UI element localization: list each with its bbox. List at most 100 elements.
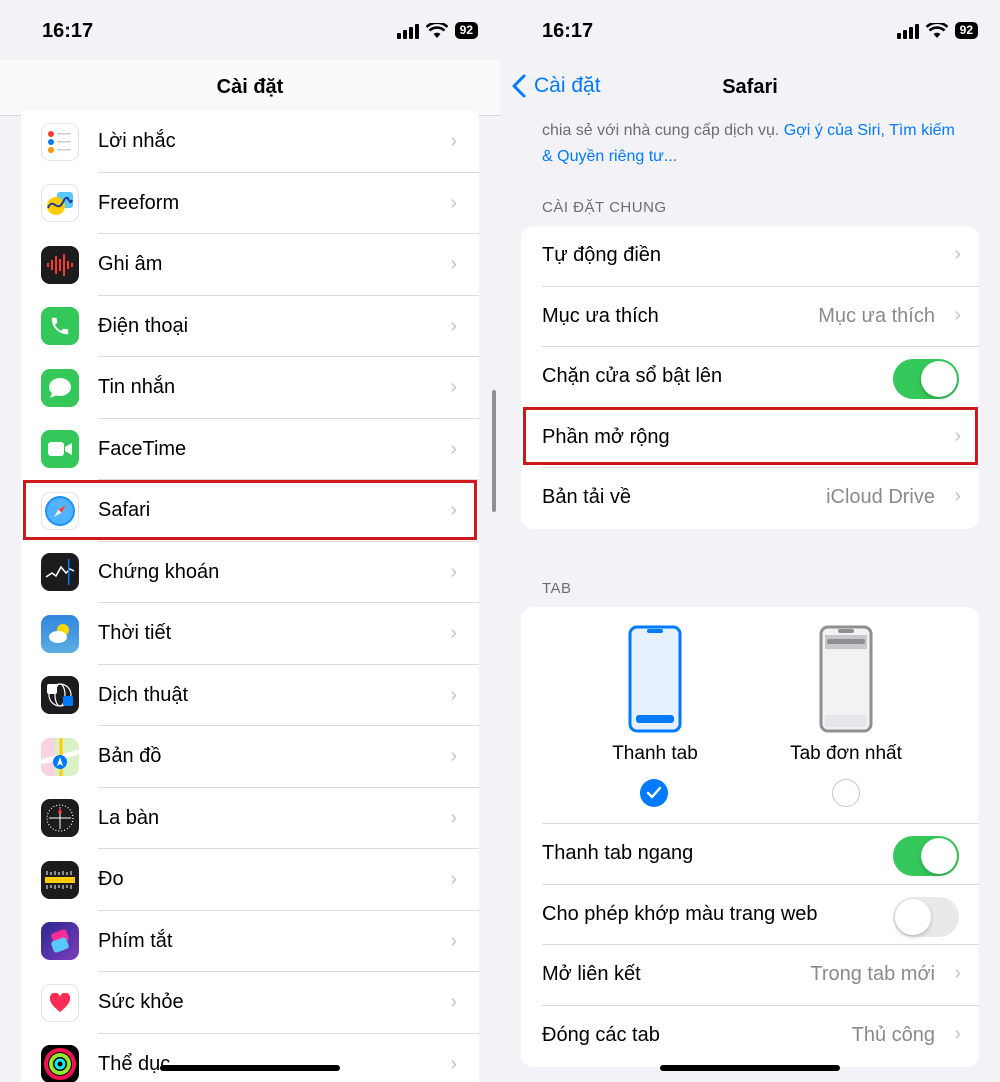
chevron-right-icon: › [450, 991, 457, 1014]
wifi-icon [425, 22, 448, 38]
stocks-icon [41, 553, 79, 592]
settings-row-health[interactable]: Sức khỏe › [21, 972, 479, 1034]
home-indicator [160, 1065, 340, 1071]
row-label: Tin nhắn [98, 376, 176, 399]
scroll-indicator[interactable] [492, 390, 496, 512]
wifi-icon [925, 22, 948, 38]
tab-bar-radio-checked[interactable] [640, 779, 668, 807]
row-label: Chứng khoán [98, 560, 220, 583]
page-title: Safari [722, 76, 778, 98]
battery-indicator: 92 [954, 22, 978, 39]
row-label: FaceTime [98, 437, 187, 460]
translate-icon [41, 676, 79, 715]
status-bar: 16:17 92 [0, 0, 500, 60]
favorites-row[interactable]: Mục ưa thích Mục ưa thích › [521, 287, 979, 347]
chevron-right-icon: › [954, 962, 961, 984]
general-settings-group: Tự động điền › Mục ưa thích Mục ưa thích… [521, 226, 979, 529]
settings-app-list: Lời nhắc › Freeform › Ghi âm › Điện thoạ… [21, 111, 479, 1082]
tab-bar-option-label: Thanh tab [612, 743, 698, 764]
settings-row-phone[interactable]: Điện thoại › [21, 296, 479, 357]
facetime-icon [41, 430, 79, 469]
nav-bar: Cài đặt Safari [500, 60, 1000, 116]
chevron-right-icon: › [954, 243, 961, 265]
row-label: Thời tiết [98, 622, 172, 645]
chevron-right-icon: › [450, 191, 457, 214]
chevron-right-icon: › [954, 303, 961, 326]
open-links-value: Trong tab mới [810, 963, 935, 985]
row-label: Thể dục [98, 1052, 171, 1075]
single-tab-layout-icon[interactable] [819, 625, 873, 733]
freeform-icon [41, 184, 79, 223]
settings-row-maps[interactable]: Bản đồ › [21, 726, 479, 788]
voice-memos-icon [41, 245, 79, 284]
website-tinting-row: Cho phép khớp màu trang web [521, 885, 979, 945]
cellular-signal-icon [396, 23, 419, 39]
shortcuts-icon [41, 922, 79, 961]
row-label: Đo [98, 868, 124, 891]
row-label: Dịch thuật [98, 683, 189, 706]
page-title: Cài đặt [216, 76, 284, 98]
downloads-value: iCloud Drive [826, 486, 935, 508]
settings-row-reminders[interactable]: Lời nhắc › [21, 111, 479, 173]
single-tab-option-label: Tab đơn nhất [790, 743, 902, 764]
cellular-signal-icon [896, 23, 919, 39]
close-tabs-row[interactable]: Đóng các tab Thủ công › [521, 1006, 979, 1067]
reminders-icon [41, 122, 79, 161]
website-tinting-toggle[interactable] [893, 896, 959, 937]
settings-row-translate[interactable]: Dịch thuật › [21, 665, 479, 726]
settings-row-measure[interactable]: Đo › [21, 849, 479, 911]
fitness-icon [41, 1045, 79, 1082]
settings-row-fitness[interactable]: Thể dục › [21, 1034, 479, 1082]
settings-row-messages[interactable]: Tin nhắn › [21, 357, 479, 419]
extensions-row-highlight [523, 407, 978, 465]
downloads-row[interactable]: Bản tải về iCloud Drive › [521, 468, 979, 529]
chevron-right-icon: › [450, 560, 457, 583]
home-indicator [660, 1065, 840, 1071]
general-section-header: CÀI ĐẶT CHUNG [542, 199, 667, 216]
chevron-right-icon: › [450, 622, 457, 645]
nav-bar: Cài đặt [0, 60, 500, 116]
chevron-right-icon: › [954, 485, 961, 507]
settings-row-stocks[interactable]: Chứng khoán › [21, 542, 479, 603]
row-label: Bản đồ [98, 745, 162, 768]
chevron-right-icon: › [450, 806, 457, 829]
row-label: Freeform [98, 191, 180, 214]
close-tabs-value: Thủ công [851, 1023, 935, 1046]
settings-row-weather[interactable]: Thời tiết › [21, 603, 479, 665]
single-tab-radio[interactable] [832, 779, 860, 807]
checkmark-icon [646, 786, 662, 799]
safari-row-highlight [23, 480, 477, 540]
settings-row-facetime[interactable]: FaceTime › [21, 419, 479, 480]
battery-indicator: 92 [454, 22, 478, 39]
safari-settings-panel: 16:17 92 Cài đặt Safari chia sẻ với nhà … [500, 0, 1000, 1082]
settings-panel: 16:17 92 Cài đặt Lời nhắc › Freeform › G… [0, 0, 500, 1082]
settings-row-voice-memos[interactable]: Ghi âm › [21, 234, 479, 296]
chevron-right-icon: › [450, 437, 457, 460]
health-icon [41, 983, 79, 1022]
privacy-footnote: chia sẻ với nhà cung cấp dịch vụ. Gợi ý … [542, 122, 955, 165]
settings-row-shortcuts[interactable]: Phím tắt › [21, 911, 479, 972]
chevron-right-icon: › [450, 868, 457, 891]
tab-bar-layout-icon[interactable] [628, 625, 682, 733]
open-links-row[interactable]: Mở liên kết Trong tab mới › [521, 945, 979, 1006]
autofill-row[interactable]: Tự động điền › [521, 226, 979, 287]
compass-icon [41, 799, 79, 838]
landscape-tab-bar-toggle[interactable] [893, 836, 959, 876]
measure-icon [41, 860, 79, 899]
block-popups-row: Chặn cửa sổ bật lên [521, 347, 979, 408]
settings-row-compass[interactable]: La bàn › [21, 788, 479, 849]
block-popups-toggle[interactable] [893, 359, 959, 399]
chevron-right-icon: › [450, 130, 457, 153]
row-label: La bàn [98, 806, 160, 829]
chevron-right-icon: › [450, 745, 457, 768]
weather-icon [41, 614, 79, 653]
row-label: Sức khỏe [98, 991, 184, 1014]
favorites-value: Mục ưa thích [818, 304, 935, 327]
chevron-right-icon: › [450, 683, 457, 706]
chevron-right-icon: › [450, 314, 457, 337]
chevron-right-icon: › [450, 1052, 457, 1075]
tab-section-header: TAB [542, 580, 572, 597]
status-time: 16:17 [42, 20, 94, 42]
settings-row-freeform[interactable]: Freeform › [21, 173, 479, 234]
tab-settings-group: Thanh tab Tab đơn nhất Thanh tab ngang C… [521, 607, 979, 1067]
